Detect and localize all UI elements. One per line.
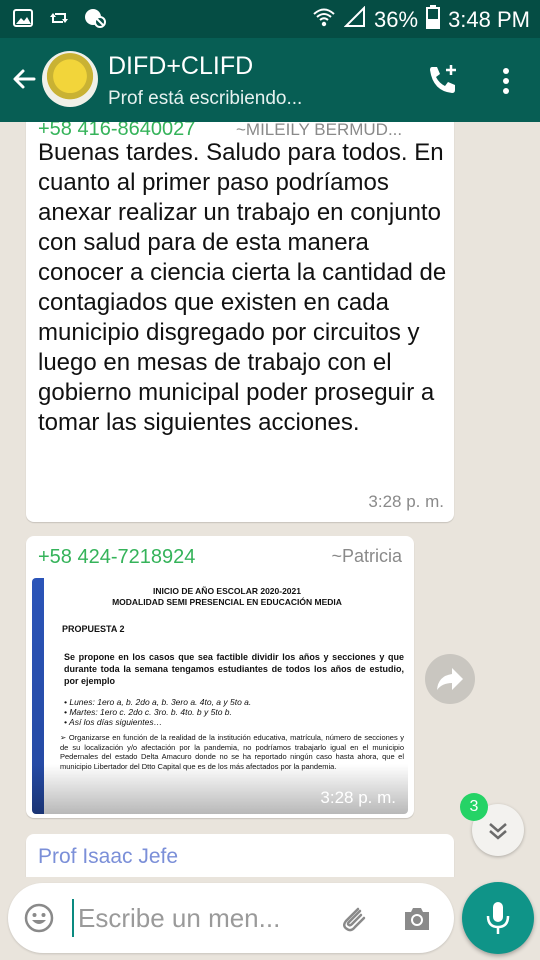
- message-time: 3:28 p. m.: [368, 492, 444, 511]
- blocked-icon: [84, 7, 106, 29]
- message-bubble[interactable]: Prof Isaac Jefe: [26, 834, 454, 877]
- typing-status: Prof está escribiendo...: [108, 88, 303, 109]
- voice-message-button[interactable]: [462, 882, 534, 954]
- chat-header: DIFD+CLIFD Prof está escribiendo...: [0, 38, 540, 122]
- avatar[interactable]: [42, 51, 98, 107]
- more-options-icon[interactable]: [494, 64, 518, 98]
- chat-title[interactable]: DIFD+CLIFD: [108, 52, 253, 81]
- gallery-icon: [12, 7, 34, 29]
- microphone-icon: [486, 902, 510, 934]
- unread-badge: 3: [460, 793, 488, 821]
- text-caret: [72, 899, 74, 937]
- chat-area[interactable]: +58 416-8640027 ~MILEILY BERMUD... Buena…: [0, 122, 540, 877]
- add-call-icon[interactable]: [425, 62, 461, 98]
- status-time: 3:48 PM: [448, 7, 530, 32]
- signal-icon: [343, 5, 366, 34]
- back-arrow-icon[interactable]: [8, 62, 42, 96]
- slide-list-item: • Así los días siguientes…: [64, 717, 163, 727]
- sender-name[interactable]: Prof Isaac Jefe: [38, 845, 178, 869]
- forward-icon: [437, 668, 463, 690]
- slide-list-item: • Lunes: 1ero a, b. 2do a, b. 3ero a. 4t…: [64, 697, 252, 707]
- slide-heading-2: MODALIDAD SEMI PRESENCIAL EN EDUCACIÓN M…: [112, 597, 342, 607]
- slide-list-item: • Martes: 1ero c. 2do c. 3ro. b. 4to. b …: [64, 707, 232, 717]
- message-composer[interactable]: Escribe un men...: [8, 883, 454, 953]
- camera-icon[interactable]: [401, 903, 433, 935]
- image-message-bubble[interactable]: +58 424-7218924 ~Patricia INICIO DE AÑO …: [26, 536, 414, 818]
- slide-proposal: PROPUESTA 2: [62, 624, 125, 634]
- wifi-icon: [312, 6, 336, 34]
- sender-name: ~Patricia: [331, 546, 402, 566]
- message-bubble[interactable]: +58 416-8640027 ~MILEILY BERMUD... Buena…: [26, 122, 454, 522]
- message-time: 3:28 p. m.: [320, 788, 396, 807]
- battery-percent: 36%: [374, 7, 419, 32]
- status-bar: 36% 3:48 PM: [0, 0, 540, 38]
- sender-phone[interactable]: +58 424-7218924: [38, 546, 195, 569]
- sync-icon: [48, 7, 70, 29]
- slide-list: • Lunes: 1ero a, b. 2do a, b. 3ero a. 4t…: [64, 697, 404, 727]
- attach-icon[interactable]: [336, 901, 370, 935]
- message-input[interactable]: Escribe un men...: [78, 903, 280, 934]
- slide-content: INICIO DE AÑO ESCOLAR 2020-2021 MODALIDA…: [50, 586, 404, 771]
- message-text: Buenas tardes. Saludo para todos. En cua…: [38, 139, 447, 436]
- slide-paragraph: Se propone en los casos que sea factible…: [64, 652, 404, 686]
- forward-button[interactable]: [425, 654, 475, 704]
- emoji-icon[interactable]: [23, 902, 55, 934]
- battery-icon: [426, 5, 441, 35]
- slide-heading-1: INICIO DE AÑO ESCOLAR 2020-2021: [152, 586, 301, 596]
- shared-image[interactable]: INICIO DE AÑO ESCOLAR 2020-2021 MODALIDA…: [32, 578, 408, 814]
